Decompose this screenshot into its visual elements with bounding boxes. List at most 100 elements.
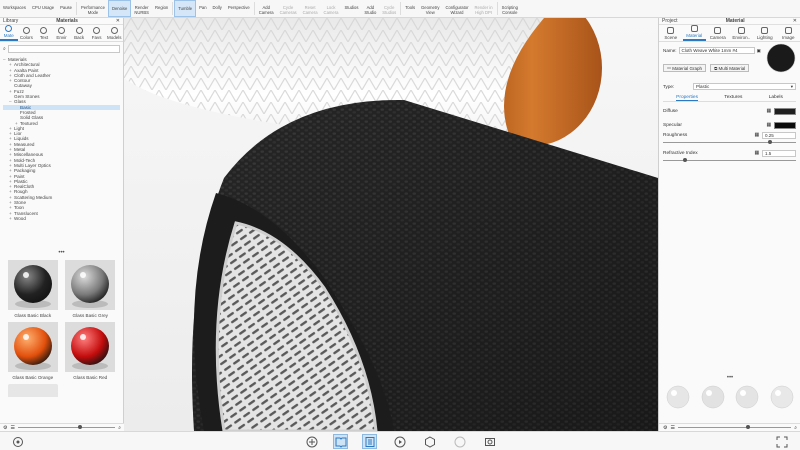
preset-size-slider[interactable] [677, 425, 792, 429]
toolbar-button-performance-mode[interactable]: Performance Mode [78, 0, 108, 17]
toolbar-button-denoise[interactable]: Denoise [107, 0, 132, 17]
specular-color-swatch[interactable] [774, 121, 796, 129]
texture-icon[interactable]: ▦ [766, 109, 771, 114]
tree-item-label: Lior [14, 131, 22, 137]
roughness-label: Roughness [663, 132, 688, 138]
multi-material-button[interactable]: ⧉ Multi Material [710, 64, 750, 72]
material-thumbnail[interactable] [6, 384, 60, 397]
share-icon[interactable] [452, 434, 467, 449]
preset-sphere-2[interactable] [700, 384, 726, 410]
screenshot-icon[interactable] [482, 434, 497, 449]
preset-sphere-3[interactable] [734, 384, 760, 410]
toolbar-button-pause[interactable]: Pause [57, 0, 75, 17]
toolbar-button-workspaces[interactable]: Workspaces [0, 0, 29, 17]
subtab-textures[interactable]: Textures [724, 95, 742, 100]
save-icon[interactable]: ▣ [757, 48, 761, 54]
type-select[interactable]: Plastic ▾ [693, 83, 796, 90]
toolbar-button-cycle-studios[interactable]: Cycle Studios [379, 0, 399, 17]
tree-item-label: Translucent [14, 210, 38, 216]
material-graph-button[interactable]: ⚏ Material Graph [663, 64, 707, 72]
material-thumbnail-label: Glass Basic Red [73, 375, 108, 380]
tab-colors[interactable]: Colors [18, 25, 36, 41]
list-icon[interactable]: ☰ [10, 425, 14, 431]
tab-label: Material [686, 33, 703, 38]
toolbar-button-label: Cycle Studios [382, 5, 397, 15]
tab-environ[interactable]: Environ.. [730, 25, 754, 41]
toolbar-button-geometry-view[interactable]: Geometry View [418, 0, 442, 17]
toolbar-button-add-camera[interactable]: Add Camera [256, 0, 277, 17]
toolbar-button-dolly[interactable]: Dolly [210, 0, 225, 17]
close-icon[interactable]: ✕ [793, 18, 797, 24]
import-icon[interactable] [304, 434, 319, 449]
close-icon[interactable]: ✕ [116, 18, 120, 24]
texture-icon[interactable]: ▦ [754, 151, 759, 156]
toolbar-button-perspective[interactable]: Perspective [225, 0, 253, 17]
toolbar-button-cycle-cameras[interactable]: Cycle Cameras [277, 0, 300, 17]
thumbnail-size-slider[interactable] [17, 425, 116, 429]
tree-item-label: Architectural [14, 62, 40, 68]
tab-scene[interactable]: Scene [659, 25, 683, 41]
render-viewport[interactable] [124, 18, 658, 431]
toolbar-button-label: Configurator Wizard [445, 5, 469, 15]
material-thumbnail[interactable]: Glass Basic Black [6, 260, 60, 318]
keyshotxr-icon[interactable] [422, 434, 437, 449]
material-thumbnail[interactable]: Glass Basic Red [64, 322, 118, 380]
roughness-slider[interactable] [663, 140, 796, 144]
tab-camera[interactable]: Camera [706, 25, 730, 41]
settings-icon[interactable]: ⚙ [663, 425, 667, 431]
tab-mate[interactable]: Mate [0, 25, 18, 41]
preset-sphere-4[interactable] [769, 384, 795, 410]
tab-favs[interactable]: Favs [88, 25, 106, 41]
project-icon[interactable] [362, 434, 377, 449]
tree-item-label: Mold-Tech [14, 157, 36, 163]
image-icon [784, 27, 792, 34]
toolbar-button-tools[interactable]: Tools [402, 0, 418, 17]
fullscreen-icon[interactable] [774, 434, 789, 449]
toolbar-button-render-nurbs[interactable]: Render NURBS [131, 0, 152, 17]
toolbar-button-region[interactable]: Region [152, 0, 171, 17]
refractive-field[interactable]: 1.5 [762, 149, 796, 157]
zoom-icon[interactable]: ⌕ [794, 425, 797, 431]
splitter-handle[interactable]: ••• [659, 375, 800, 382]
subtab-labels[interactable]: Labels [769, 95, 783, 100]
tab-label: Back [74, 35, 85, 40]
toolbar-button-lock-camera[interactable]: Lock Camera [321, 0, 342, 17]
toolbar-button-reset-camera[interactable]: Reset Camera [300, 0, 321, 17]
tab-image[interactable]: Image [777, 25, 800, 41]
roughness-field[interactable]: 0.25 [762, 131, 796, 139]
toolbar-button-configurator-wizard[interactable]: Configurator Wizard [442, 0, 471, 17]
toolbar-button-studios[interactable]: Studios [341, 0, 361, 17]
toolbar-button-pan[interactable]: Pan [196, 0, 209, 17]
texture-icon[interactable]: ▦ [766, 123, 771, 128]
diffuse-color-swatch[interactable] [774, 107, 796, 115]
tab-back[interactable]: Back [70, 25, 88, 41]
toolbar-button-add-studio[interactable]: Add Studio [361, 0, 379, 17]
workspace-icon[interactable] [10, 434, 25, 449]
toolbar-button-cpu-usage[interactable]: CPU Usage [29, 0, 57, 17]
search-input[interactable] [7, 44, 120, 53]
toolbar-button-render-in-high-dpi[interactable]: Render in High DPI [471, 0, 495, 17]
zoom-icon[interactable]: ⌕ [118, 425, 121, 431]
tree-item-label: Packaging [14, 168, 36, 174]
refractive-slider[interactable] [663, 158, 796, 162]
toolbar-button-scripting-console[interactable]: Scripting Console [499, 0, 521, 17]
material-thumbnail[interactable]: Glass Basic Grey [64, 260, 118, 318]
material-thumbnail[interactable]: Glass Basic Orange [6, 322, 60, 380]
library-icon[interactable] [333, 434, 348, 449]
toolbar-button-tumble[interactable]: Tumble [174, 0, 197, 17]
tab-models[interactable]: Models [105, 25, 123, 41]
toolbar-button-label: Lock Camera [323, 5, 339, 15]
subtab-properties[interactable]: Properties [676, 95, 699, 101]
tab-envir[interactable]: Envir [53, 25, 71, 41]
settings-icon[interactable]: ⚙ [3, 425, 7, 431]
render-icon[interactable] [392, 434, 407, 449]
tab-lighting[interactable]: Lighting [753, 25, 777, 41]
tree-item-wood[interactable]: + Wood [3, 216, 120, 221]
texture-icon[interactable]: ▦ [754, 133, 759, 138]
tab-text[interactable]: Text [35, 25, 53, 41]
material-thumbnail-label: Glass Basic Grey [72, 313, 108, 318]
list-icon[interactable]: ☰ [670, 425, 674, 431]
material-name-field[interactable]: Cloth Weave White 1mm #4 [678, 47, 755, 54]
tab-material[interactable]: Material [682, 25, 706, 41]
preset-sphere-1[interactable] [665, 384, 691, 410]
